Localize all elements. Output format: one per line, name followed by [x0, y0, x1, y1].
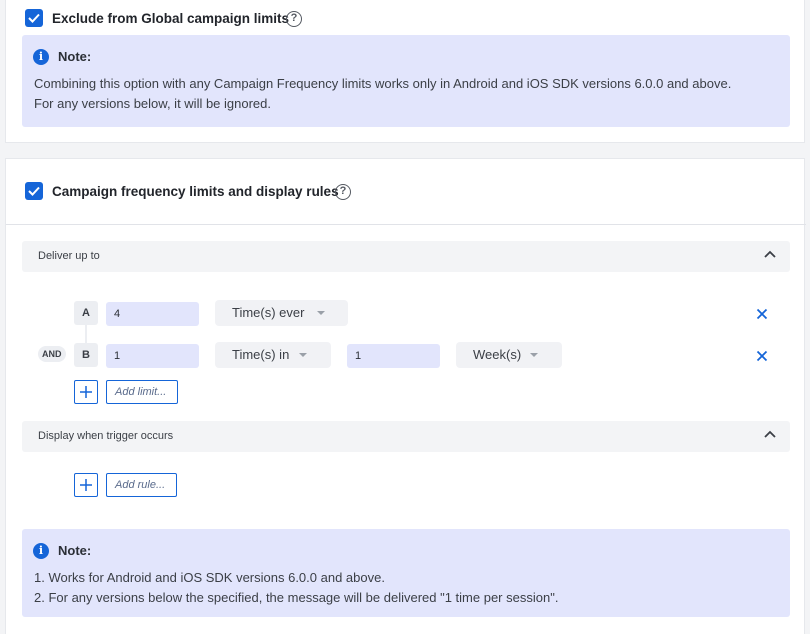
- limit-b-period-unit-select[interactable]: Week(s): [456, 342, 562, 368]
- trigger-section-header[interactable]: Display when trigger occurs: [22, 421, 790, 452]
- and-badge: AND: [38, 346, 66, 362]
- deliver-section-label: Deliver up to: [38, 250, 100, 262]
- limit-a-unit-select[interactable]: Time(s) ever: [215, 300, 348, 326]
- close-icon[interactable]: [756, 308, 768, 320]
- note-title: Note:: [58, 49, 92, 64]
- exclude-global-limits-checkbox[interactable]: [25, 9, 43, 27]
- note-text: 1. Works for Android and iOS SDK version…: [34, 568, 558, 608]
- note-line: Combining this option with any Campaign …: [34, 76, 732, 91]
- limit-letter-a: A: [74, 301, 98, 325]
- question-circle-icon[interactable]: ?: [286, 11, 302, 27]
- frequency-limits-checkbox[interactable]: [25, 182, 43, 200]
- chevron-up-icon[interactable]: [764, 430, 776, 438]
- add-limit-input[interactable]: Add limit...: [106, 380, 178, 404]
- add-limit-button[interactable]: [74, 380, 98, 404]
- caret-down-icon: [317, 311, 325, 315]
- info-icon: i: [33, 543, 49, 559]
- limit-b-period-input[interactable]: 1: [347, 344, 440, 368]
- select-value: Week(s): [473, 347, 522, 362]
- plus-icon: [80, 386, 92, 398]
- info-icon: i: [33, 49, 49, 65]
- limit-b-count-input[interactable]: 1: [106, 344, 199, 368]
- global-limits-note: i Note: Combining this option with any C…: [22, 35, 790, 127]
- note-line: 1. Works for Android and iOS SDK version…: [34, 570, 385, 585]
- note-line: 2. For any versions below the specified,…: [34, 590, 559, 605]
- checkmark-icon: [28, 13, 40, 23]
- checkmark-icon: [28, 186, 40, 196]
- limit-connector: [85, 325, 87, 343]
- add-rule-button[interactable]: [74, 473, 98, 497]
- frequency-limits-label[interactable]: Campaign frequency limits and display ru…: [52, 184, 339, 199]
- note-line: For any versions below, it will be ignor…: [34, 96, 272, 111]
- frequency-limits-card: Campaign frequency limits and display ru…: [5, 158, 806, 634]
- frequency-note: i Note: 1. Works for Android and iOS SDK…: [22, 529, 790, 617]
- divider: [6, 224, 806, 225]
- deliver-section-header[interactable]: Deliver up to: [22, 241, 790, 272]
- note-title: Note:: [58, 543, 92, 558]
- note-text: Combining this option with any Campaign …: [34, 74, 731, 114]
- caret-down-icon: [530, 353, 538, 357]
- select-value: Time(s) in: [232, 347, 290, 362]
- caret-down-icon: [299, 353, 307, 357]
- exclude-global-limits-label[interactable]: Exclude from Global campaign limits: [52, 11, 289, 26]
- close-icon[interactable]: [756, 350, 768, 362]
- chevron-up-icon[interactable]: [764, 250, 776, 258]
- global-limits-card: Exclude from Global campaign limits ? i …: [5, 0, 805, 143]
- add-rule-input[interactable]: Add rule...: [106, 473, 177, 497]
- trigger-section-label: Display when trigger occurs: [38, 430, 174, 442]
- limit-letter-b: B: [74, 343, 98, 367]
- select-value: Time(s) ever: [232, 305, 305, 320]
- limit-a-count-input[interactable]: 4: [106, 302, 199, 326]
- limit-b-unit-select[interactable]: Time(s) in: [215, 342, 331, 368]
- question-circle-icon[interactable]: ?: [335, 184, 351, 200]
- plus-icon: [80, 479, 92, 491]
